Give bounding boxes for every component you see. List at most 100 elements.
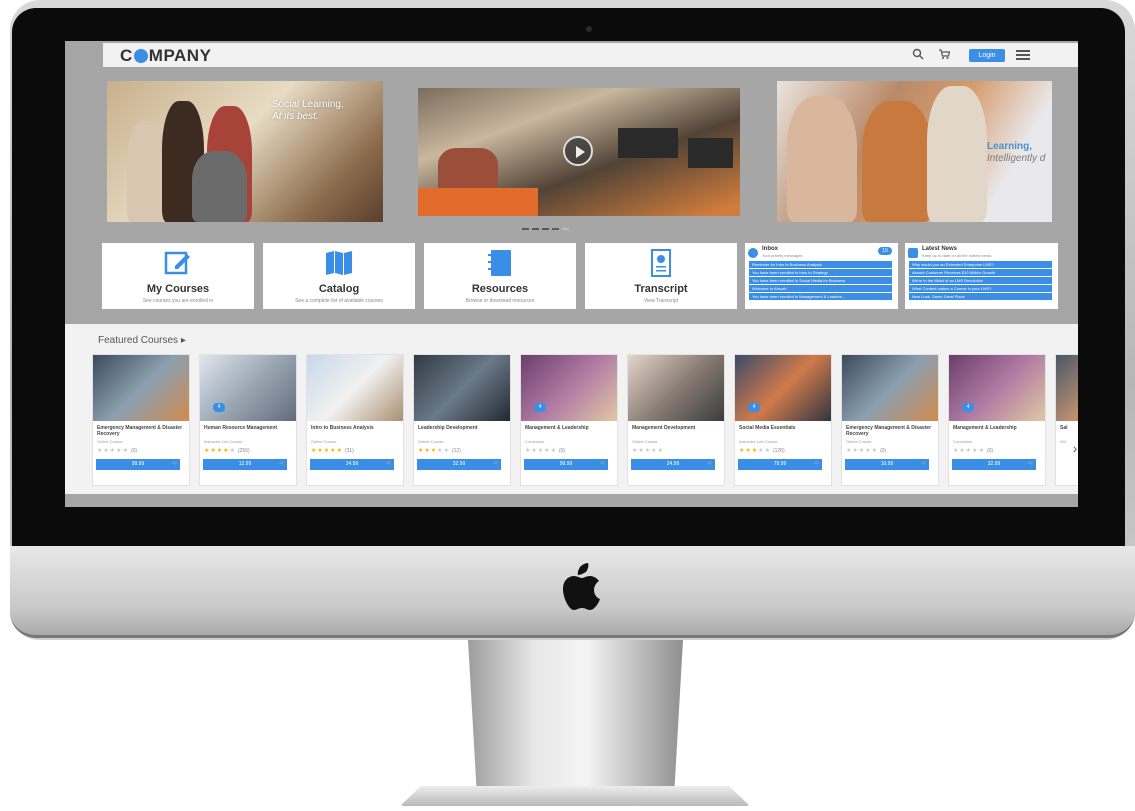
price-button[interactable]: 32.99 — [417, 459, 501, 470]
login-button[interactable]: Login — [969, 49, 1005, 62]
company-logo[interactable]: C MPANY — [120, 46, 211, 66]
inbox-message[interactable]: Reminder for Intro to Business Analysis — [749, 261, 892, 268]
course-thumbnail[interactable] — [842, 355, 938, 421]
rating-count: (0) — [986, 448, 994, 454]
cart-icon[interactable] — [937, 48, 951, 62]
photo-figure — [787, 96, 857, 222]
course-type: Curriculum — [525, 439, 545, 444]
star-rating: ★★★★★ (0) — [953, 447, 993, 454]
course-type: Instructor Led Course — [204, 439, 243, 444]
course-card[interactable]: 4 Social Media Essentials Instructor Led C… — [734, 354, 832, 486]
cart-icon[interactable]: 🛒 — [493, 461, 500, 468]
play-video-button[interactable] — [563, 136, 593, 166]
chevron-right-icon[interactable]: › — [1069, 438, 1078, 458]
cart-icon[interactable]: 🛒 — [279, 461, 286, 468]
cart-icon[interactable]: 🛒 — [814, 461, 821, 468]
tile-my-courses[interactable]: My Courses See courses you are enrolled … — [102, 243, 254, 309]
course-card[interactable]: 4 Management & Leadership Curriculum ★★★★★(… — [520, 354, 618, 486]
inbox-message[interactable]: Welcome to Absorb — [749, 285, 892, 292]
course-card[interactable]: Leadership Development Online Course ★★★★★… — [413, 354, 511, 486]
star-rating: ★★★★★ (12) — [418, 447, 461, 454]
course-card[interactable]: 4 Management & Leadership Curriculum ★★★★★(… — [948, 354, 1046, 486]
tile-resources[interactable]: Resources Browse or download resources — [424, 243, 576, 309]
inbox-count-badge: 10 — [878, 247, 892, 255]
course-title[interactable]: Human Resource Management — [204, 425, 294, 431]
inbox-list: Reminder for Intro to Business Analysis … — [749, 261, 892, 301]
inbox-panel[interactable]: Inbox Your priority messages 10 Reminder… — [745, 243, 898, 309]
hero-slide-video[interactable] — [418, 88, 740, 216]
course-title[interactable]: Social Media Essentials — [739, 425, 829, 431]
inbox-icon — [748, 248, 758, 258]
inbox-message[interactable]: You have been enrolled in Intro to Strat… — [749, 269, 892, 276]
course-card[interactable]: 4 Human Resource Management Instructor Led… — [199, 354, 297, 486]
course-card[interactable]: Intro to Business Analysis Online Course ★… — [306, 354, 404, 486]
photo-figure — [862, 101, 932, 222]
cart-icon[interactable]: 🛒 — [921, 461, 928, 468]
monitor-stand-base — [400, 786, 750, 806]
camera-dot — [586, 26, 592, 32]
price-button[interactable]: 24.99 — [310, 459, 394, 470]
course-title[interactable]: Leadership Development — [418, 425, 508, 431]
course-title[interactable]: Intro to Business Analysis — [311, 425, 401, 431]
cart-icon[interactable]: 🛒 — [1028, 461, 1035, 468]
tile-transcript[interactable]: Transcript View Transcript — [585, 243, 737, 309]
inbox-title: Inbox — [762, 246, 778, 252]
carousel-dot[interactable] — [542, 228, 549, 230]
carousel-dots[interactable] — [522, 228, 569, 230]
price-button[interactable]: 24.99 — [631, 459, 715, 470]
hero-slide-learning[interactable]: Learning, Intelligently d — [777, 81, 1052, 222]
price-button[interactable]: 12.99 — [203, 459, 287, 470]
price-button[interactable]: 79.99 — [738, 459, 822, 470]
tile-catalog[interactable]: Catalog See a complete list of available… — [263, 243, 415, 309]
carousel-dot[interactable] — [522, 228, 529, 230]
news-item[interactable]: Absorb Customer Receives $10 Million Gro… — [909, 269, 1052, 276]
course-title[interactable]: Management Development — [632, 425, 722, 431]
course-card[interactable]: Management Development Online Course ★★★★★… — [627, 354, 725, 486]
course-thumbnail[interactable] — [93, 355, 189, 421]
cart-icon[interactable]: 🛒 — [707, 461, 714, 468]
menu-icon[interactable] — [1016, 50, 1030, 60]
carousel-dot[interactable] — [552, 228, 559, 230]
course-card[interactable]: Emergency Management & Disaster Recovery… — [841, 354, 939, 486]
course-thumbnail[interactable] — [414, 355, 510, 421]
course-thumbnail[interactable] — [307, 355, 403, 421]
carousel-dot[interactable] — [562, 228, 569, 230]
tile-title: Resources — [471, 283, 529, 295]
course-thumbnail[interactable] — [628, 355, 724, 421]
cart-icon[interactable]: 🛒 — [386, 461, 393, 468]
course-title[interactable]: Sal — [1060, 425, 1078, 431]
inbox-message[interactable]: You have been enrolled in Social Media f… — [749, 277, 892, 284]
course-title[interactable]: Emergency Management & Disaster Recovery — [846, 425, 936, 437]
news-item[interactable]: What Content makes a Course in your LMS? — [909, 285, 1052, 292]
search-icon[interactable] — [911, 48, 925, 62]
price-button[interactable]: 32.99 — [952, 459, 1036, 470]
course-type: Online Course — [632, 439, 658, 444]
screen: C MPANY Login Social Learning, At its bes… — [65, 41, 1078, 507]
inbox-message[interactable]: You have been enrolled in Management & L… — [749, 293, 892, 300]
rating-count: (0) — [130, 448, 138, 454]
course-title[interactable]: Management & Leadership — [953, 425, 1043, 431]
latest-news-panel[interactable]: Latest News Keep up to date on all the h… — [905, 243, 1058, 309]
monitor-in-photo — [688, 138, 733, 168]
hero-slide-social-learning[interactable]: Social Learning, At its best. — [107, 81, 383, 222]
photo-figure — [192, 151, 247, 222]
price-button[interactable]: 99.99 — [96, 459, 180, 470]
course-card[interactable]: Sal Onl — [1055, 354, 1078, 486]
featured-courses-title[interactable]: Featured Courses ▸ — [98, 335, 186, 346]
carousel-dot[interactable] — [532, 228, 539, 230]
news-item[interactable]: We're in the Midst of an LMS Revolution — [909, 277, 1052, 284]
news-item[interactable]: New Look, Same Great Place — [909, 293, 1052, 300]
star-rating: ★★★★★ (256) — [204, 447, 250, 454]
cart-icon[interactable]: 🛒 — [600, 461, 607, 468]
news-item[interactable]: Why would you an Extended Enterprise LMS… — [909, 261, 1052, 268]
course-title[interactable]: Management & Leadership — [525, 425, 615, 431]
cart-icon[interactable]: 🛒 — [172, 461, 179, 468]
course-badge: 4 — [748, 403, 760, 412]
course-card[interactable]: Emergency Management & Disaster Recovery… — [92, 354, 190, 486]
price-button[interactable]: 10.99 — [845, 459, 929, 470]
price-button[interactable]: 99.99 — [524, 459, 608, 470]
course-title[interactable]: Emergency Management & Disaster Recovery — [97, 425, 187, 437]
apple-logo-icon — [563, 563, 600, 610]
course-thumbnail[interactable] — [1056, 355, 1078, 421]
course-type: Online Course — [418, 439, 444, 444]
